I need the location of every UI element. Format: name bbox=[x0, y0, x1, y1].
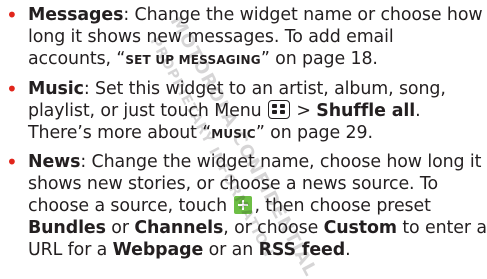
manual-page: • Messages: Change the widget name or ch… bbox=[0, 0, 487, 279]
bullet-icon: • bbox=[6, 150, 18, 174]
text-line: playlist, or just touch Menu > Shuffle a… bbox=[28, 100, 421, 121]
text-line: Bundles or Channels, or choose Custom to… bbox=[28, 218, 487, 238]
cross-reference[interactable]: MUSIC bbox=[211, 123, 256, 143]
bullet-icon: • bbox=[6, 77, 18, 101]
text-line: long it shows new messages. To add email bbox=[28, 27, 394, 47]
text-line: shows new stories, or choose a news sour… bbox=[28, 174, 439, 194]
text-line: News: Change the widget name, choose how… bbox=[28, 152, 482, 172]
item-title: Messages bbox=[28, 5, 124, 25]
bullet-icon: • bbox=[6, 3, 18, 27]
text-line: accounts, “SET UP MESSAGING” on page 18. bbox=[28, 49, 378, 69]
text-line: choose a source, touch , then choose pre… bbox=[28, 196, 431, 216]
item-title: News bbox=[28, 152, 81, 172]
text-line: Messages: Change the widget name or choo… bbox=[28, 5, 483, 25]
item-title: Music bbox=[28, 79, 84, 99]
text-line: URL for a Webpage or an RSS feed. bbox=[28, 240, 351, 260]
text-line: There’s more about “MUSIC” on page 29. bbox=[28, 123, 373, 143]
cross-reference[interactable]: SET UP MESSAGING bbox=[125, 49, 261, 69]
plus-icon bbox=[234, 196, 253, 214]
text-line: Music: Set this widget to an artist, alb… bbox=[28, 79, 446, 99]
menu-grid-icon bbox=[267, 100, 290, 119]
